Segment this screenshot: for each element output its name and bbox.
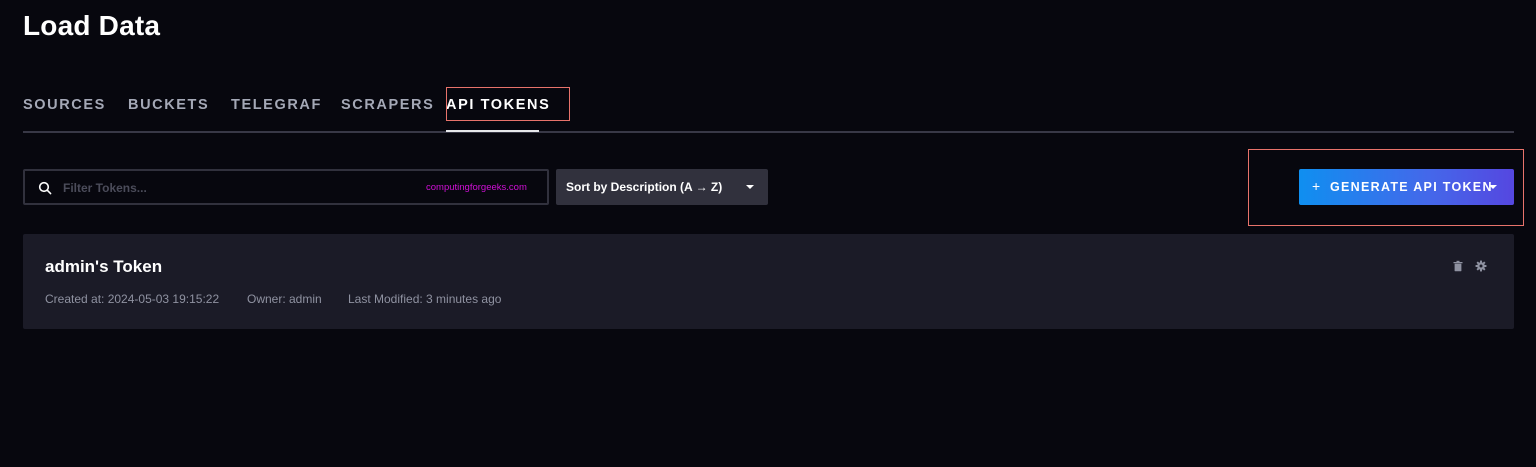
trash-icon[interactable]: [1452, 260, 1464, 272]
token-name[interactable]: admin's Token: [45, 257, 162, 277]
generate-api-token-button[interactable]: + GENERATE API TOKEN: [1299, 169, 1514, 205]
plus-icon: +: [1312, 178, 1321, 194]
active-tab-indicator: [446, 130, 540, 132]
tab-telegraf[interactable]: TELEGRAF: [231, 88, 322, 131]
load-data-page: Load Data SOURCES BUCKETS TELEGRAF SCRAP…: [0, 0, 1536, 467]
page-title: Load Data: [23, 10, 161, 41]
tab-buckets[interactable]: BUCKETS: [128, 88, 209, 131]
search-icon: [38, 181, 52, 195]
token-owner: Owner: admin: [247, 292, 322, 306]
watermark-text: computingforgeeks.com: [426, 182, 527, 193]
filter-tokens-search: computingforgeeks.com: [23, 169, 549, 205]
sort-dropdown-label: Sort by Description (A → Z): [566, 180, 723, 194]
chevron-down-icon: [746, 185, 754, 189]
tab-sources[interactable]: SOURCES: [23, 88, 106, 131]
token-last-modified: Last Modified: 3 minutes ago: [348, 292, 502, 306]
tab-api-tokens[interactable]: API TOKENS: [437, 88, 559, 132]
chevron-down-icon: [1489, 185, 1497, 189]
gear-icon[interactable]: [1475, 260, 1487, 272]
tab-api-tokens-label: API TOKENS: [446, 97, 551, 113]
token-created-at: Created at: 2024-05-03 19:15:22: [45, 292, 220, 306]
token-card[interactable]: admin's Token Created at: 2024-05-03 19:…: [23, 234, 1514, 329]
filter-tokens-input[interactable]: [61, 171, 435, 205]
sort-dropdown[interactable]: Sort by Description (A → Z): [556, 169, 768, 205]
tab-scrapers[interactable]: SCRAPERS: [341, 88, 434, 131]
tab-bar: SOURCES BUCKETS TELEGRAF SCRAPERS API TO…: [23, 88, 1514, 133]
generate-api-token-label: GENERATE API TOKEN: [1330, 180, 1493, 194]
